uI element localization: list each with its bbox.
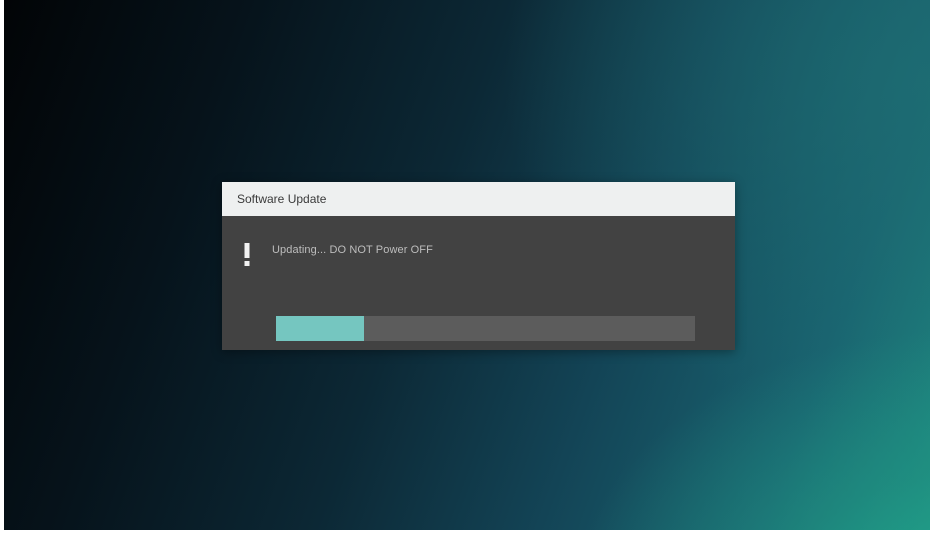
- software-update-dialog: Software Update Updating... DO NOT Power…: [222, 182, 735, 350]
- progress-bar: [276, 316, 695, 341]
- exclamation-icon: [244, 243, 250, 266]
- update-message: Updating... DO NOT Power OFF: [272, 244, 433, 256]
- dialog-body: Updating... DO NOT Power OFF: [222, 216, 735, 350]
- screen-background: Software Update Updating... DO NOT Power…: [4, 0, 930, 530]
- dialog-header: Software Update: [222, 182, 735, 216]
- dialog-title: Software Update: [237, 192, 327, 206]
- progress-fill: [276, 316, 364, 341]
